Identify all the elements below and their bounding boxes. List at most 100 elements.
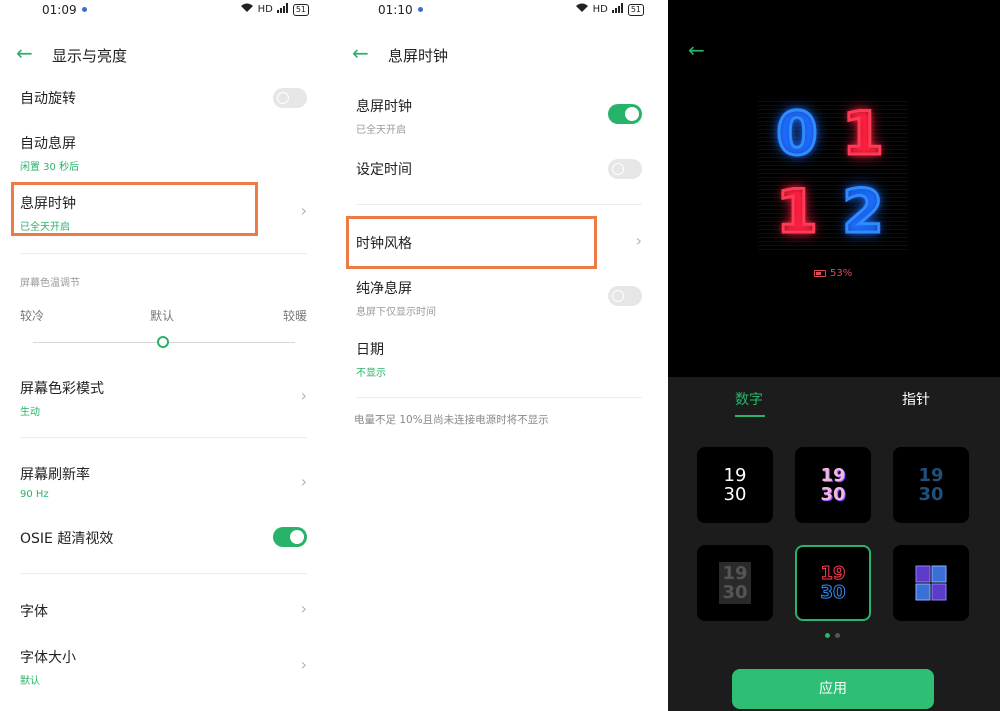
- pure-aod-row[interactable]: 纯净息屏 息屏下仅显示时间: [356, 278, 642, 318]
- font-row[interactable]: 字体 ›: [20, 599, 307, 621]
- divider: [20, 437, 307, 438]
- chevron-right-icon: ›: [300, 472, 307, 491]
- refresh-rate-value: 90 Hz: [20, 489, 49, 500]
- pure-aod-toggle[interactable]: [608, 286, 642, 306]
- tile-hour: 19: [723, 465, 747, 486]
- aod-label: 息屏时钟: [356, 99, 412, 115]
- auto-lock-value: 闲置 30 秒后: [20, 162, 80, 173]
- tile-minute: 30: [722, 582, 748, 603]
- schedule-label: 设定时间: [356, 162, 412, 178]
- wifi-icon: [575, 3, 589, 16]
- clock-style-tile[interactable]: 19 30: [697, 447, 773, 523]
- tab-digital[interactable]: 数字: [735, 389, 763, 409]
- tile-minute: 30: [820, 582, 846, 603]
- font-size-value: 默认: [20, 676, 40, 687]
- osie-toggle[interactable]: [273, 527, 307, 547]
- chevron-right-icon: ›: [300, 386, 307, 405]
- pure-aod-desc: 息屏下仅显示时间: [356, 307, 436, 318]
- color-mode-value: 生动: [20, 407, 40, 418]
- chevron-right-icon: ›: [300, 599, 307, 618]
- osie-row[interactable]: OSIE 超清视效: [20, 527, 307, 548]
- tile-hour: 19: [918, 465, 944, 486]
- osie-label: OSIE 超清视效: [20, 531, 114, 547]
- battery-icon: 51: [292, 3, 309, 16]
- clock-digit-hour-ones: 1: [841, 99, 886, 169]
- schedule-row[interactable]: 设定时间: [356, 159, 642, 179]
- grid-clock-icon: [915, 565, 947, 601]
- clock-digit-hour-tens: 0: [775, 99, 820, 169]
- tile-minute: 30: [918, 484, 944, 505]
- apply-button[interactable]: 应用: [732, 669, 934, 709]
- battery-icon: [814, 270, 826, 277]
- header: ← 显示与亮度: [0, 40, 329, 70]
- clock-style-tile-selected[interactable]: 19 30: [795, 545, 871, 621]
- status-icons: HD 51: [575, 3, 644, 16]
- font-size-row[interactable]: 字体大小 默认 ›: [20, 647, 307, 687]
- date-value: 不显示: [356, 368, 386, 379]
- color-temp-section-label: 屏幕色温调节: [20, 278, 80, 289]
- battery-icon: 51: [627, 3, 644, 16]
- clock-style-tile[interactable]: 19 30: [697, 545, 773, 621]
- page-title: 息屏时钟: [388, 47, 449, 65]
- status-icons: HD 51: [240, 3, 309, 16]
- font-size-label: 字体大小: [20, 650, 76, 666]
- status-bar: 01:09 HD 51: [0, 0, 329, 22]
- back-arrow-icon[interactable]: ←: [688, 38, 705, 62]
- notification-dot: [418, 7, 423, 12]
- notification-dot: [82, 7, 87, 12]
- schedule-toggle[interactable]: [608, 159, 642, 179]
- tile-minute: 30: [820, 484, 846, 505]
- page-dot-active: [825, 633, 830, 638]
- aod-toggle[interactable]: [608, 104, 642, 124]
- chevron-right-icon: ›: [635, 231, 642, 250]
- page-title: 显示与亮度: [52, 47, 128, 65]
- clock-style-screen: ← 0 1 1 2 53% 数字 指针 19 30 19 30 19 30 19…: [668, 0, 1000, 711]
- aod-value: 已全天开启: [356, 125, 406, 136]
- tile-minute: 30: [723, 484, 747, 505]
- default-label: 默认: [150, 309, 175, 323]
- network-label: HD: [257, 4, 273, 15]
- status-bar: 01:10 HD 51: [336, 0, 664, 22]
- status-time: 01:10: [378, 3, 413, 17]
- back-arrow-icon[interactable]: ←: [352, 43, 369, 63]
- auto-lock-row[interactable]: 自动息屏 闲置 30 秒后: [20, 133, 307, 173]
- footnote: 电量不足 10%且尚未连接电源时将不显示: [354, 414, 549, 426]
- date-label: 日期: [356, 342, 384, 358]
- status-time: 01:09: [42, 3, 77, 17]
- tile-hour: 19: [722, 563, 748, 584]
- refresh-rate-label: 屏幕刷新率: [20, 467, 90, 483]
- color-temp-slider-knob[interactable]: [157, 336, 169, 348]
- auto-rotate-row[interactable]: 自动旋转: [20, 88, 307, 108]
- warm-label: 较暖: [282, 309, 307, 323]
- divider: [356, 397, 642, 398]
- clock-style-tile[interactable]: 19 30: [795, 447, 871, 523]
- clock-style-tile[interactable]: [893, 545, 969, 621]
- color-mode-label: 屏幕色彩模式: [20, 381, 104, 397]
- tab-analog[interactable]: 指针: [902, 389, 930, 409]
- divider: [356, 204, 642, 205]
- refresh-rate-row[interactable]: 屏幕刷新率 90 Hz ›: [20, 464, 307, 500]
- divider: [20, 573, 307, 574]
- aod-highlight-box: [11, 182, 258, 236]
- battery-indicator: 53%: [814, 268, 852, 279]
- clock-digit-minute-tens: 1: [775, 177, 820, 247]
- aod-settings-screen: 01:10 HD 51 ← 息屏时钟 息屏时钟 已全天开启 设定时间 时钟风格 …: [336, 0, 664, 711]
- aod-row[interactable]: 息屏时钟 已全天开启: [356, 96, 642, 136]
- clock-style-tile[interactable]: 19 30: [893, 447, 969, 523]
- clock-style-highlight-box: [346, 216, 597, 269]
- wifi-icon: [240, 3, 254, 16]
- signal-icon: [276, 3, 289, 16]
- tab-indicator: [735, 415, 765, 417]
- pure-aod-label: 纯净息屏: [356, 281, 412, 297]
- page-indicator: [825, 633, 840, 638]
- auto-rotate-label: 自动旋转: [20, 91, 76, 107]
- date-row[interactable]: 日期 不显示: [356, 339, 642, 379]
- page-dot: [835, 633, 840, 638]
- signal-icon: [611, 3, 624, 16]
- tile-hour: 19: [820, 465, 846, 486]
- back-arrow-icon[interactable]: ←: [16, 43, 33, 63]
- auto-rotate-toggle[interactable]: [273, 88, 307, 108]
- clock-digit-minute-ones: 2: [841, 177, 886, 247]
- color-mode-row[interactable]: 屏幕色彩模式 生动 ›: [20, 378, 307, 418]
- tile-hour: 19: [820, 563, 846, 584]
